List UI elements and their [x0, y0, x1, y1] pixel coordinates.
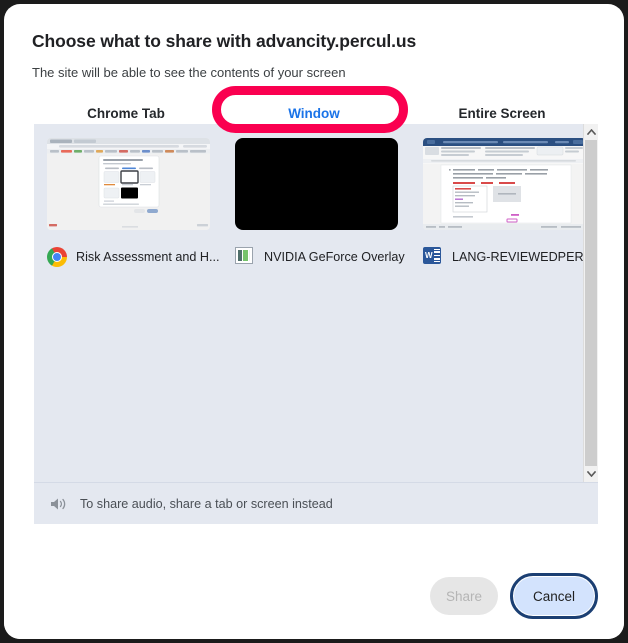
cancel-button[interactable]: Cancel	[510, 573, 598, 619]
dialog-subtitle: The site will be able to see the content…	[32, 65, 346, 80]
scroll-down-button[interactable]	[584, 466, 598, 482]
dialog-title: Choose what to share with advancity.perc…	[32, 31, 417, 51]
nvidia-icon	[235, 247, 255, 267]
window-item-word[interactable]: W LANG-REVIEWEDPERCU...	[423, 138, 598, 267]
scrollbar-thumb[interactable]	[585, 140, 597, 466]
window-caption: NVIDIA GeForce Overlay	[235, 247, 410, 267]
audio-notice-text: To share audio, share a tab or screen in…	[80, 496, 333, 511]
chrome-icon	[47, 247, 67, 267]
chevron-down-icon	[586, 471, 596, 477]
dialog-footer: Share Cancel	[4, 553, 624, 639]
window-thumbnail[interactable]	[47, 138, 210, 230]
scroll-up-button[interactable]	[584, 124, 598, 140]
window-label: LANG-REVIEWEDPERCU...	[452, 250, 597, 264]
window-list-scrollbar[interactable]	[583, 124, 598, 482]
window-thumbnail[interactable]	[423, 138, 586, 230]
audio-notice-bar: To share audio, share a tab or screen in…	[34, 482, 598, 524]
share-button[interactable]: Share	[430, 577, 498, 615]
window-caption: W LANG-REVIEWEDPERCU...	[423, 247, 598, 267]
window-item-nvidia[interactable]: NVIDIA GeForce Overlay	[235, 138, 410, 267]
word-document-preview	[423, 138, 586, 230]
window-list-scrollarea: Risk Assessment and H... NVIDIA GeForce …	[34, 124, 598, 482]
window-list-panel: Risk Assessment and H... NVIDIA GeForce …	[34, 124, 598, 524]
word-icon: W	[423, 247, 443, 267]
window-label: NVIDIA GeForce Overlay	[264, 250, 405, 264]
window-caption: Risk Assessment and H...	[47, 247, 222, 267]
chevron-up-icon	[586, 129, 596, 135]
window-grid: Risk Assessment and H... NVIDIA GeForce …	[34, 124, 598, 267]
window-item-chrome[interactable]: Risk Assessment and H...	[47, 138, 222, 267]
window-thumbnail[interactable]	[235, 138, 398, 230]
chrome-window-preview	[47, 138, 210, 230]
black-window-preview	[235, 138, 398, 230]
scrollbar-track[interactable]	[584, 140, 598, 466]
dialog-header: Choose what to share with advancity.perc…	[4, 4, 624, 82]
share-picker-dialog: Choose what to share with advancity.perc…	[4, 4, 624, 639]
window-label: Risk Assessment and H...	[76, 250, 220, 264]
speaker-icon	[51, 498, 66, 509]
